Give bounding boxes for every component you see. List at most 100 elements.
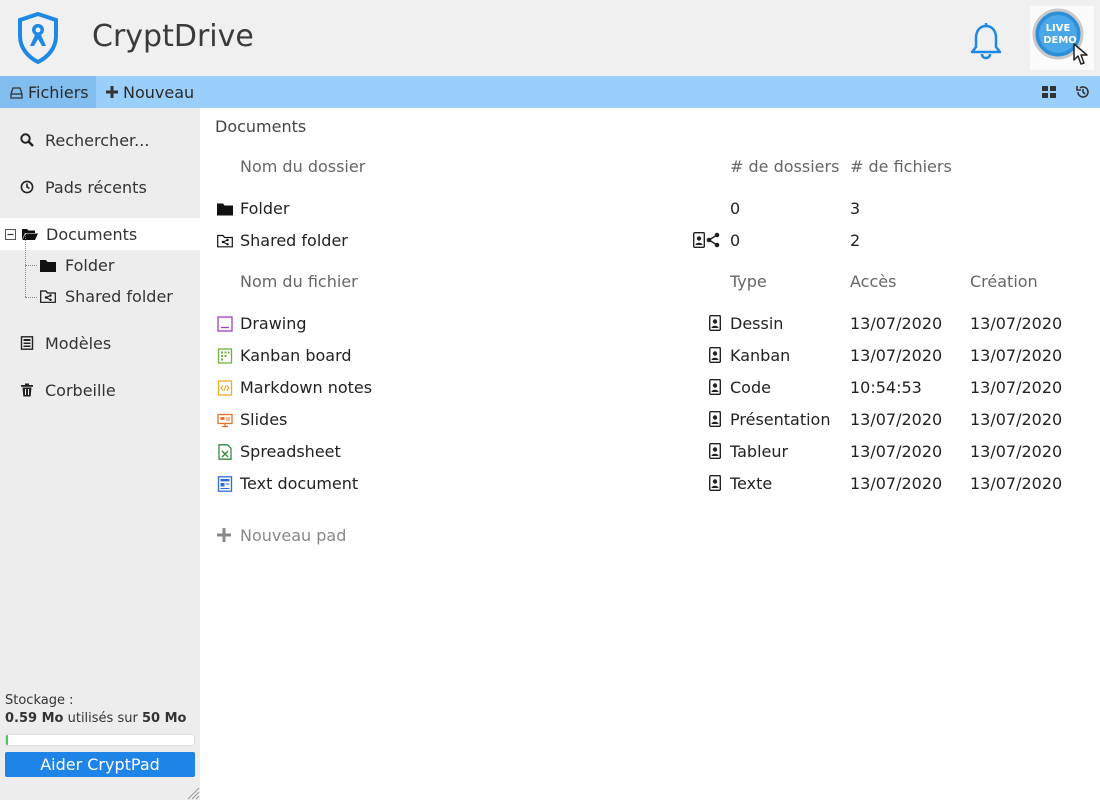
file-type: Kanban: [730, 345, 791, 365]
owner-badge-icon: [709, 443, 721, 459]
shared-folder-icon: [40, 289, 56, 303]
folder-subfolder-count: 0: [730, 230, 741, 250]
folder-row[interactable]: Shared folder 0 2: [200, 224, 1100, 256]
trash-icon: [20, 383, 34, 397]
sidebar: Rechercher... Pads récents Documents Fol…: [0, 108, 200, 800]
file-created: 13/07/2020: [970, 345, 1063, 365]
file-type: Tableur: [730, 441, 789, 461]
folder-subfolder-count: 0: [730, 198, 741, 218]
resize-handle-icon[interactable]: [186, 786, 200, 800]
sidebar-item-recent[interactable]: Pads récents: [0, 171, 200, 203]
sidebar-item-label: Documents: [46, 224, 138, 244]
sidebar-item-templates[interactable]: Modèles: [0, 327, 200, 359]
file-access: 10:54:53: [850, 377, 922, 397]
folder-file-count: 2: [850, 230, 861, 250]
files-tab[interactable]: Fichiers: [0, 76, 96, 108]
sidebar-item-label: Pads récents: [45, 177, 147, 197]
sidebar-item-label: Corbeille: [45, 380, 116, 400]
breadcrumb[interactable]: Documents: [215, 117, 306, 136]
plus-icon: [217, 528, 231, 542]
app-title: CryptDrive: [92, 19, 254, 54]
folder-file-count: 3: [850, 198, 861, 218]
file-row[interactable]: Markdown notes Code 10:54:53 13/07/2020: [200, 371, 1100, 403]
sidebar-item-documents[interactable]: Documents: [0, 218, 200, 250]
template-icon: [20, 336, 34, 350]
file-created: 13/07/2020: [970, 409, 1063, 429]
owner-badge-icon: [709, 475, 721, 491]
slides-icon: [217, 413, 233, 428]
sidebar-item-search[interactable]: Rechercher...: [0, 124, 200, 156]
clock-icon: [20, 180, 34, 194]
file-name: Drawing: [240, 313, 307, 333]
folder-icon: [40, 259, 56, 272]
cryptpad-logo-icon[interactable]: [16, 12, 60, 64]
file-access: 13/07/2020: [850, 473, 943, 493]
file-row[interactable]: Drawing Dessin 13/07/2020 13/07/2020: [200, 307, 1100, 339]
owner-badge-icon: [693, 232, 705, 248]
file-row[interactable]: Kanban board Kanban 13/07/2020 13/07/202…: [200, 339, 1100, 371]
folder-count-header[interactable]: # de dossiers: [730, 157, 839, 176]
folder-name: Shared folder: [240, 230, 348, 250]
file-created: 13/07/2020: [970, 377, 1063, 397]
share-icon: [706, 232, 720, 248]
file-name: Markdown notes: [240, 377, 373, 397]
sidebar-item-folder[interactable]: Folder: [40, 252, 114, 278]
file-browser: Documents Nom du dossier # de dossiers #…: [200, 108, 1100, 800]
owner-badge-icon: [709, 315, 721, 331]
file-access: 13/07/2020: [850, 409, 943, 429]
folder-icon: [217, 203, 233, 216]
folder-row[interactable]: Folder 0 3: [200, 192, 1100, 224]
grid-view-icon[interactable]: [1041, 84, 1057, 100]
file-row[interactable]: Slides Présentation 13/07/2020 13/07/202…: [200, 403, 1100, 435]
storage-label: Stockage :: [5, 693, 74, 708]
file-type: Dessin: [730, 313, 784, 333]
sidebar-item-shared-folder[interactable]: Shared folder: [40, 283, 173, 309]
top-bar: CryptDrive LIVE DEMO: [0, 0, 1100, 76]
sidebar-item-trash[interactable]: Corbeille: [0, 374, 200, 406]
file-access: 13/07/2020: [850, 441, 943, 461]
new-button[interactable]: Nouveau: [106, 76, 194, 108]
help-cryptpad-button[interactable]: Aider CryptPad: [5, 752, 195, 777]
plus-icon: [106, 86, 118, 98]
file-created: 13/07/2020: [970, 313, 1063, 333]
file-count-header[interactable]: # de fichiers: [850, 157, 952, 176]
owner-badge-icon: [709, 411, 721, 427]
new-pad-button[interactable]: Nouveau pad: [217, 523, 346, 547]
sidebar-item-label: Folder: [65, 255, 115, 275]
storage-progress-bar: [5, 734, 195, 746]
folder-name-header[interactable]: Nom du dossier: [240, 157, 365, 176]
file-name: Slides: [240, 409, 288, 429]
toolbar: Fichiers Nouveau: [0, 76, 1100, 108]
owner-badge-icon: [709, 379, 721, 395]
file-created: 13/07/2020: [970, 441, 1063, 461]
file-row[interactable]: Spreadsheet Tableur 13/07/2020 13/07/202…: [200, 435, 1100, 467]
files-tab-label: Fichiers: [28, 82, 89, 102]
file-type: Texte: [730, 473, 773, 493]
file-name: Spreadsheet: [240, 441, 341, 461]
file-name-header[interactable]: Nom du fichier: [240, 272, 358, 291]
bell-icon[interactable]: [968, 22, 1004, 60]
history-icon[interactable]: [1075, 84, 1091, 100]
storage-total: 50 Mo: [141, 711, 187, 726]
file-type-header[interactable]: Type: [730, 272, 767, 291]
spreadsheet-icon: [218, 444, 232, 460]
file-row[interactable]: Text document Texte 13/07/2020 13/07/202…: [200, 467, 1100, 499]
drive-icon: [10, 86, 23, 99]
user-avatar[interactable]: LIVE DEMO: [1030, 6, 1094, 70]
tree-connector: [25, 265, 37, 266]
search-icon: [20, 133, 34, 147]
collapse-icon[interactable]: [5, 229, 16, 240]
file-created-header[interactable]: Création: [970, 272, 1038, 291]
file-created: 13/07/2020: [970, 473, 1063, 493]
storage-progress-fill: [6, 735, 9, 745]
storage-usage: 0.59 Mo utilisés sur 50 Mo: [5, 711, 195, 726]
storage-panel: Stockage : 0.59 Mo utilisés sur 50 Mo: [5, 693, 195, 746]
tree-connector: [25, 297, 37, 298]
file-type: Présentation: [730, 409, 831, 429]
file-access-header[interactable]: Accès: [850, 272, 896, 291]
avatar-line2: DEMO: [1043, 35, 1077, 46]
code-icon: [217, 380, 233, 396]
owner-badge-icon: [709, 347, 721, 363]
new-pad-label: Nouveau pad: [240, 525, 347, 545]
sidebar-item-label: Modèles: [45, 333, 112, 353]
